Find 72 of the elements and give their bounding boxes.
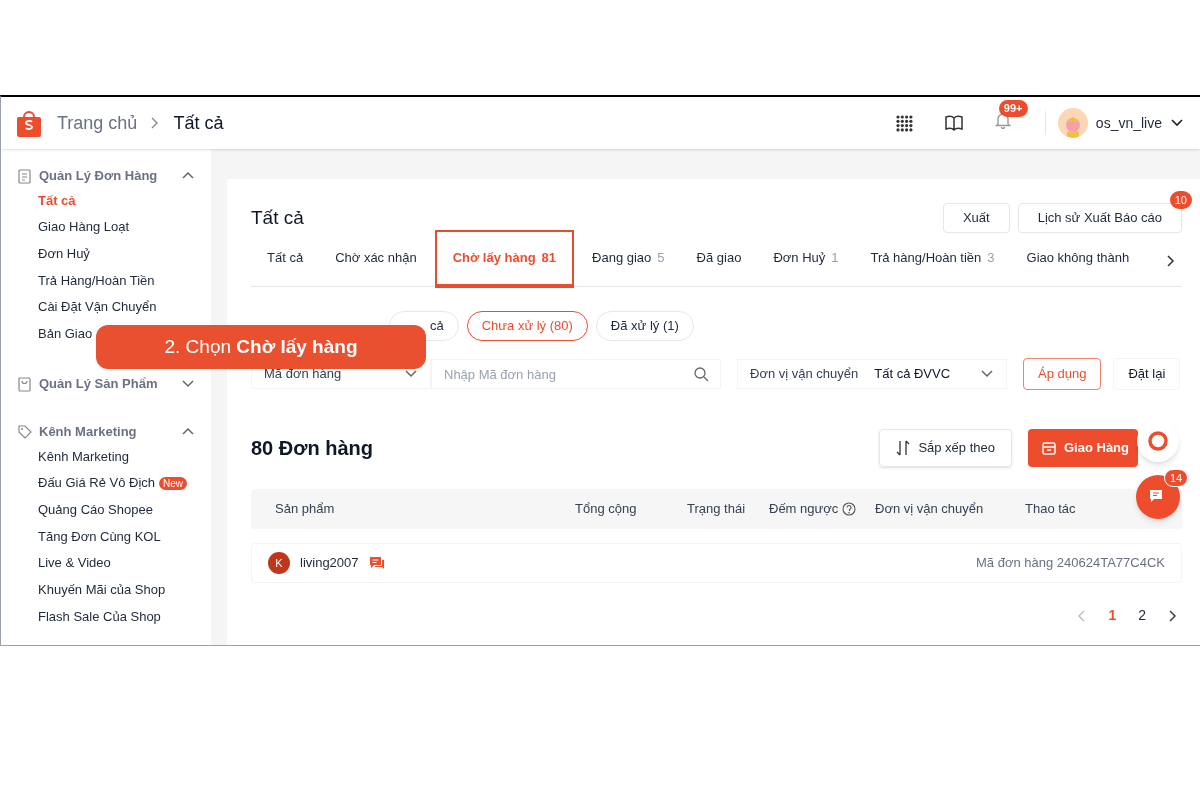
bag-icon (17, 375, 33, 393)
sidebar-item[interactable]: Cài Đặt Vận Chuyển (38, 297, 157, 317)
book-icon (944, 115, 963, 131)
tag-icon (17, 423, 33, 441)
apply-button[interactable]: Áp dụng (1023, 358, 1102, 390)
column-header: Thao tác (1025, 500, 1076, 519)
instruction-tooltip: 2. Chọn Chờ lấy hàng (96, 325, 426, 369)
tab[interactable]: Đã giao (680, 232, 758, 286)
order-id: Mã đơn hàng 240624TA77C4CK (976, 554, 1165, 573)
username[interactable]: os_vn_live (1095, 112, 1162, 134)
carrier-select[interactable]: Đơn vị vận chuyển Tất cả ĐVVC (737, 359, 1007, 389)
notification-count-badge: 99+ (998, 99, 1028, 117)
reset-button[interactable]: Đặt lại (1113, 358, 1181, 390)
tab[interactable]: Chờ xác nhận (319, 232, 433, 286)
tab[interactable]: Trả hàng/Hoàn tiền 3 (854, 232, 1011, 286)
sidebar-item[interactable]: Live & Video (38, 553, 111, 573)
apps-grid-button[interactable] (895, 114, 913, 132)
user-avatar[interactable] (1057, 108, 1088, 138)
column-header: Trạng thái (687, 500, 746, 519)
box-icon (1042, 441, 1056, 455)
count-badge: 10 (1169, 191, 1192, 209)
page-number[interactable]: 1 (1108, 605, 1117, 626)
sidebar-section-title[interactable]: Quản Lý Sản Phẩm (39, 374, 181, 394)
previous-page-button[interactable] (1076, 608, 1087, 623)
tab[interactable]: Chờ lấy hàng 81 (436, 232, 573, 286)
chat-button[interactable] (368, 555, 385, 571)
sidebar-item[interactable]: Flash Sale Của Shop (38, 606, 161, 627)
breadcrumb-link[interactable]: Trang chủ (57, 109, 138, 137)
column-header: Tổng cộng (575, 500, 637, 519)
column-header: Sản phẩm (275, 500, 335, 519)
help-icon (842, 502, 857, 516)
sidebar-item[interactable]: Đấu Giá Rẻ Vô Địch (38, 473, 156, 493)
tab[interactable]: Đang giao 5 (576, 232, 681, 286)
sidebar-item[interactable]: Kênh Marketing (38, 446, 130, 467)
new-badge: New (159, 476, 188, 490)
buyer-avatar: K (268, 552, 290, 574)
book-button[interactable] (944, 115, 963, 131)
search-field[interactable]: Nhập Mã đơn hàng (431, 359, 721, 389)
page-number[interactable]: 2 (1138, 605, 1146, 626)
breadcrumb-current: Tất cả (173, 111, 224, 135)
chevron-left-icon (1076, 608, 1087, 623)
sidebar-item[interactable]: Giao Hàng Loạt (38, 217, 130, 237)
clipboard-icon (17, 167, 33, 185)
chevron-right-icon (1168, 608, 1178, 623)
sidebar-section-title[interactable]: Kênh Marketing (39, 422, 181, 442)
buyer-name: living2007 (300, 554, 359, 573)
column-header: Đếm ngược (769, 500, 839, 519)
sort-icon (896, 440, 911, 456)
next-tab-button[interactable] (1166, 254, 1176, 268)
shop-bag-logo (17, 109, 41, 137)
search-icon (693, 366, 709, 382)
tab[interactable]: Giao không thành (1010, 232, 1146, 286)
grid-icon (895, 114, 913, 132)
sidebar-item[interactable]: Tất cả (38, 190, 76, 211)
sidebar-item[interactable]: Khuyến Mãi của Shop (38, 580, 166, 600)
tab[interactable]: Tất cả (251, 232, 320, 286)
sidebar-item[interactable]: Bản Giao (38, 324, 93, 344)
sidebar-item[interactable]: Đơn Huỷ (38, 243, 90, 264)
sidebar-section-title[interactable]: Quản Lý Đơn Hàng (39, 166, 181, 186)
tab[interactable]: Đơn Huỷ 1 (757, 232, 855, 286)
sidebar-item[interactable]: Tăng Đơn Cùng KOL (38, 526, 161, 547)
sidebar-item[interactable]: Trả Hàng/Hoàn Tiền (38, 270, 155, 291)
column-header: Đơn vị vận chuyển (875, 500, 984, 519)
sort-button[interactable]: Sắp xếp theo (879, 429, 1012, 467)
chat-icon (368, 555, 385, 571)
sidebar-item[interactable]: Quảng Cáo Shopee (38, 500, 153, 520)
page-title: Tất cả (251, 205, 305, 230)
chevron-right-icon (1166, 254, 1176, 268)
order-count-heading: 80 Đơn hàng (251, 436, 374, 461)
ship-button[interactable]: Giao Hàng (1028, 429, 1138, 467)
export-button[interactable]: Xuất (942, 203, 1010, 233)
next-page-button[interactable] (1168, 608, 1178, 623)
